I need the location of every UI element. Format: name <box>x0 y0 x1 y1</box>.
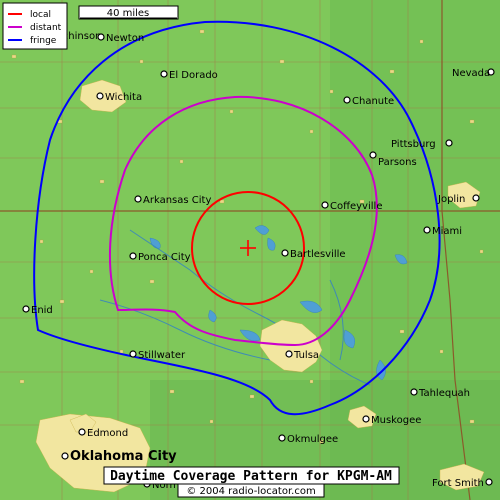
city-bartlesville[interactable]: Bartlesville <box>281 249 346 260</box>
city-marker <box>129 252 137 260</box>
city-label: Enid <box>31 305 53 316</box>
city-marker <box>129 350 137 358</box>
city-label: Oklahoma City <box>70 449 177 464</box>
city-label: Coffeyville <box>330 201 382 212</box>
coverage-map: Hutchinson Newton El Dorado Wichita Chan… <box>0 0 500 500</box>
city-label: Edmond <box>87 428 128 439</box>
city-marker <box>369 151 377 159</box>
city-stillwater[interactable]: Stillwater <box>129 350 186 361</box>
city-edmond[interactable]: Edmond <box>78 428 128 439</box>
city-marker <box>445 139 453 147</box>
city-label: Newton <box>106 33 144 44</box>
city-chanute[interactable]: Chanute <box>343 96 394 107</box>
scale-label: 40 miles <box>107 8 150 19</box>
city-label: Ponca City <box>138 252 191 263</box>
city-arkansas-city[interactable]: Arkansas City <box>134 195 211 206</box>
city-tahlequah[interactable]: Tahlequah <box>410 388 470 399</box>
city-ponca-city[interactable]: Ponca City <box>129 252 191 263</box>
map-title: Daytime Coverage Pattern for KPGM-AM <box>110 469 392 484</box>
city-marker <box>472 194 480 202</box>
legend-label: distant <box>30 23 62 33</box>
city-marker <box>97 33 105 41</box>
city-muskogee[interactable]: Muskogee <box>362 415 421 426</box>
city-label: El Dorado <box>169 70 218 81</box>
city-label: Okmulgee <box>287 434 338 445</box>
city-label: Chanute <box>352 96 394 107</box>
city-label: Pittsburg <box>391 139 436 150</box>
city-marker <box>278 434 286 442</box>
city-marker <box>285 350 293 358</box>
city-label: Tahlequah <box>418 388 470 399</box>
city-label: Wichita <box>105 92 142 103</box>
city-okmulgee[interactable]: Okmulgee <box>278 434 338 445</box>
city-label: Joplin <box>437 194 465 205</box>
city-marker <box>485 478 493 486</box>
legend: local distant fringe <box>2 2 68 50</box>
city-oklahoma-city[interactable]: Oklahoma City <box>61 449 177 464</box>
city-label: Tulsa <box>293 350 319 361</box>
city-marker <box>160 70 168 78</box>
legend-label: fringe <box>30 36 57 46</box>
city-el-dorado[interactable]: El Dorado <box>160 70 218 81</box>
city-marker <box>78 428 86 436</box>
city-marker <box>343 96 351 104</box>
city-coffeyville[interactable]: Coffeyville <box>321 201 382 212</box>
city-label: Arkansas City <box>143 195 211 206</box>
city-marker <box>410 388 418 396</box>
city-label: Stillwater <box>138 350 186 361</box>
city-label: Parsons <box>378 157 417 168</box>
city-marker <box>281 249 289 257</box>
city-marker <box>96 92 104 100</box>
city-label: Fort Smith <box>432 478 484 489</box>
city-marker <box>22 305 30 313</box>
city-marker <box>134 195 142 203</box>
city-label: Muskogee <box>371 415 421 426</box>
city-nevada[interactable]: Nevada <box>452 68 495 79</box>
city-marker <box>321 201 329 209</box>
city-fort-smith[interactable]: Fort Smith <box>432 478 493 489</box>
legend-label: local <box>30 10 51 20</box>
copyright-text: © 2004 radio-locator.com <box>186 486 315 497</box>
city-label: Nevada <box>452 68 490 79</box>
city-label: Bartlesville <box>290 249 346 260</box>
city-label: Miami <box>432 226 462 237</box>
city-marker <box>61 452 69 460</box>
city-marker <box>362 415 370 423</box>
city-marker <box>423 226 431 234</box>
scale-bar: 40 miles <box>78 5 179 20</box>
